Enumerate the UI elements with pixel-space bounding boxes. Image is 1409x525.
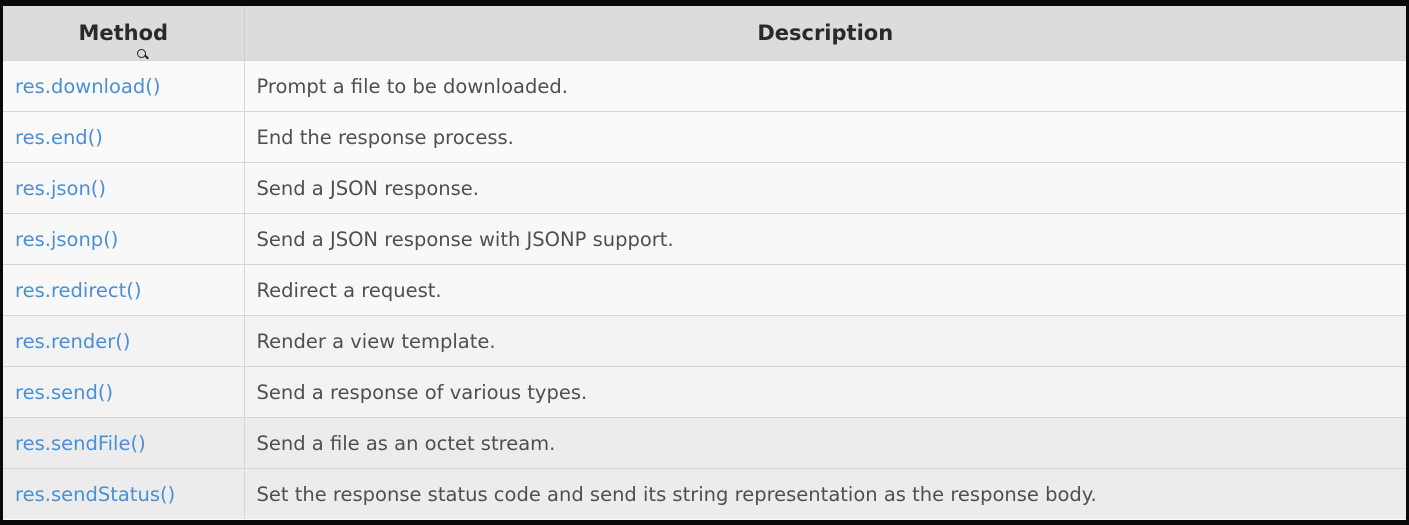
table-row: res.render() Render a view template.	[3, 315, 1406, 367]
method-link[interactable]: res.render()	[3, 315, 245, 367]
table-row: res.sendFile() Send a file as an octet st…	[3, 417, 1406, 469]
method-description: Redirect a request.	[244, 264, 1406, 316]
header-method: Method	[3, 6, 245, 61]
method-link[interactable]: res.send()	[3, 366, 245, 418]
table-row: res.json() Send a JSON response.	[3, 162, 1406, 214]
table-row: res.send() Send a response of various typ…	[3, 366, 1406, 418]
method-link[interactable]: res.end()	[3, 111, 245, 163]
method-description: Send a JSON response.	[244, 162, 1406, 214]
table-row: res.end() End the response process.	[3, 111, 1406, 163]
table-header-row: Method Description	[3, 6, 1406, 61]
response-methods-table: Method Description res.download() Prompt …	[3, 6, 1406, 519]
table-row: res.download() Prompt a file to be downlo…	[3, 60, 1406, 112]
method-link[interactable]: res.jsonp()	[3, 213, 245, 265]
magnifier-cursor-icon	[137, 49, 146, 58]
method-description: Set the response status code and send it…	[244, 468, 1406, 519]
method-description: Render a view template.	[244, 315, 1406, 367]
response-methods-table-container: Method Description res.download() Prompt …	[3, 6, 1406, 520]
header-description: Description	[244, 6, 1406, 61]
method-link[interactable]: res.sendStatus()	[3, 468, 245, 519]
method-link[interactable]: res.json()	[3, 162, 245, 214]
table-row: res.sendStatus() Set the response status …	[3, 468, 1406, 519]
method-link[interactable]: res.download()	[3, 60, 245, 112]
table-row: res.redirect() Redirect a request.	[3, 264, 1406, 316]
method-link[interactable]: res.sendFile()	[3, 417, 245, 469]
method-description: Send a file as an octet stream.	[244, 417, 1406, 469]
method-description: Send a response of various types.	[244, 366, 1406, 418]
table-row: res.jsonp() Send a JSON response with JSO…	[3, 213, 1406, 265]
method-link[interactable]: res.redirect()	[3, 264, 245, 316]
method-description: Prompt a file to be downloaded.	[244, 60, 1406, 112]
method-description: End the response process.	[244, 111, 1406, 163]
method-description: Send a JSON response with JSONP support.	[244, 213, 1406, 265]
